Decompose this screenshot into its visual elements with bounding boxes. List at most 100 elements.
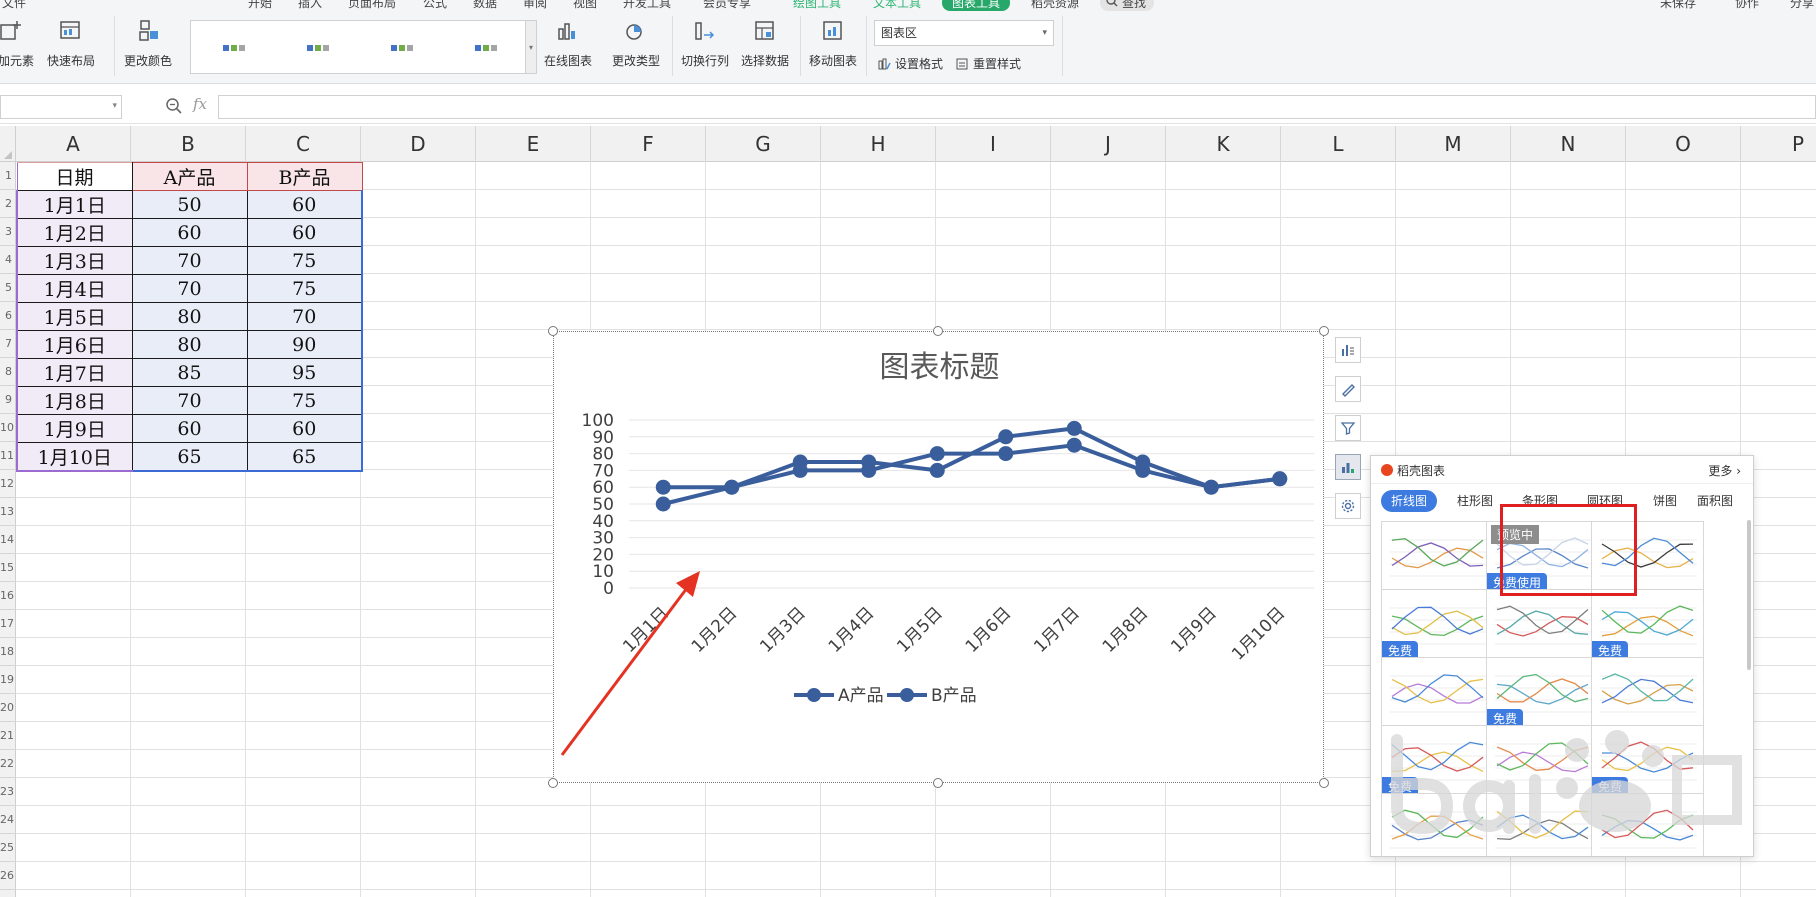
resize-handle-bottom[interactable] bbox=[933, 778, 943, 788]
row-header[interactable]: 15 bbox=[0, 554, 16, 582]
template-thumbnail[interactable] bbox=[1381, 793, 1494, 856]
menu-member[interactable]: 会员专享 bbox=[703, 0, 751, 11]
chart-style-4[interactable] bbox=[475, 45, 497, 51]
table-header-cell[interactable]: A产品 bbox=[131, 162, 248, 191]
template-thumbnail[interactable] bbox=[1381, 657, 1494, 729]
table-cell[interactable]: 1月3日 bbox=[16, 246, 133, 275]
resize-handle-top-left[interactable] bbox=[548, 326, 558, 336]
reset-style-button[interactable]: 重置样式 bbox=[955, 55, 1021, 72]
table-cell[interactable]: 75 bbox=[246, 246, 363, 275]
template-thumbnail[interactable]: 免费 bbox=[1591, 589, 1704, 661]
template-thumbnail[interactable] bbox=[1486, 589, 1599, 661]
tab-area[interactable]: 面积图 bbox=[1697, 490, 1733, 512]
row-header[interactable]: 18 bbox=[0, 638, 16, 666]
resize-handle-top[interactable] bbox=[933, 326, 943, 336]
column-header[interactable]: F bbox=[591, 126, 706, 162]
menu-formulas[interactable]: 公式 bbox=[423, 0, 447, 11]
column-header[interactable]: L bbox=[1281, 126, 1396, 162]
chart-element-select[interactable]: 图表区 ▾ bbox=[874, 20, 1054, 46]
resize-handle-top-right[interactable] bbox=[1319, 326, 1329, 336]
template-thumbnail[interactable]: 免费 bbox=[1381, 725, 1494, 797]
row-header[interactable]: 21 bbox=[0, 722, 16, 750]
table-cell[interactable]: 75 bbox=[246, 274, 363, 303]
column-header[interactable]: K bbox=[1166, 126, 1281, 162]
row-header[interactable]: 13 bbox=[0, 498, 16, 526]
chart-style-2[interactable] bbox=[307, 45, 329, 51]
table-cell[interactable]: 60 bbox=[131, 414, 248, 443]
collab-button[interactable]: 协作 bbox=[1735, 0, 1759, 11]
tab-column[interactable]: 柱形图 bbox=[1457, 490, 1493, 512]
chart-filter-button[interactable] bbox=[1335, 415, 1361, 441]
menu-docer[interactable]: 稻壳资源 bbox=[1031, 0, 1079, 11]
table-cell[interactable]: 1月4日 bbox=[16, 274, 133, 303]
chart-styles-gallery[interactable] bbox=[190, 20, 535, 74]
row-header[interactable]: 16 bbox=[0, 582, 16, 610]
fx-label[interactable]: fx bbox=[193, 95, 207, 113]
column-header[interactable]: C bbox=[246, 126, 361, 162]
table-cell[interactable]: 65 bbox=[246, 442, 363, 472]
chart-settings-button[interactable] bbox=[1335, 493, 1361, 519]
zoom-icon[interactable] bbox=[165, 97, 183, 115]
switch-row-col-button[interactable]: 切换行列 bbox=[681, 18, 729, 69]
table-cell[interactable]: 60 bbox=[131, 218, 248, 247]
resize-handle-bottom-right[interactable] bbox=[1319, 778, 1329, 788]
tab-line[interactable]: 折线图 bbox=[1381, 490, 1438, 512]
table-cell[interactable]: 70 bbox=[131, 246, 248, 275]
column-header[interactable]: H bbox=[821, 126, 936, 162]
template-thumbnail[interactable]: 免费 bbox=[1381, 589, 1494, 661]
chart-style-button[interactable] bbox=[1335, 376, 1361, 402]
table-cell[interactable]: 1月9日 bbox=[16, 414, 133, 443]
column-header[interactable]: B bbox=[131, 126, 246, 162]
chart-style-1[interactable] bbox=[223, 45, 245, 51]
table-cell[interactable]: 90 bbox=[246, 330, 363, 359]
menu-chart-tools[interactable]: 图表工具 bbox=[942, 0, 1011, 11]
table-cell[interactable]: 1月5日 bbox=[16, 302, 133, 331]
table-cell[interactable]: 80 bbox=[131, 330, 248, 359]
menu-developer[interactable]: 开发工具 bbox=[623, 0, 671, 11]
template-thumbnail[interactable] bbox=[1591, 657, 1704, 729]
search-box[interactable]: 查找 bbox=[1100, 0, 1155, 11]
row-header[interactable]: 22 bbox=[0, 750, 16, 778]
table-cell[interactable]: 50 bbox=[131, 190, 248, 219]
template-thumbnail[interactable] bbox=[1591, 793, 1704, 856]
menu-text-tools[interactable]: 文本工具 bbox=[873, 0, 921, 11]
table-cell[interactable]: 80 bbox=[131, 302, 248, 331]
formula-input[interactable] bbox=[218, 95, 1816, 119]
row-header[interactable]: 4 bbox=[0, 246, 16, 274]
row-header[interactable]: 2 bbox=[0, 190, 16, 218]
row-header[interactable]: 12 bbox=[0, 470, 16, 498]
row-header[interactable]: 23 bbox=[0, 778, 16, 806]
tab-pie[interactable]: 饼图 bbox=[1653, 490, 1677, 512]
unsaved-status[interactable]: 未保存 bbox=[1660, 0, 1696, 11]
table-cell[interactable]: 60 bbox=[246, 190, 363, 219]
row-header[interactable]: 19 bbox=[0, 666, 16, 694]
row-header[interactable]: 26 bbox=[0, 862, 16, 890]
table-cell[interactable]: 1月7日 bbox=[16, 358, 133, 387]
row-header[interactable]: 20 bbox=[0, 694, 16, 722]
menu-start[interactable]: 开始 bbox=[248, 0, 272, 11]
column-header[interactable]: I bbox=[936, 126, 1051, 162]
select-all-corner[interactable] bbox=[0, 126, 16, 162]
table-cell[interactable]: 95 bbox=[246, 358, 363, 387]
row-header[interactable]: 10 bbox=[0, 414, 16, 442]
column-header[interactable]: O bbox=[1626, 126, 1741, 162]
column-header[interactable]: D bbox=[361, 126, 476, 162]
menu-insert[interactable]: 插入 bbox=[298, 0, 322, 11]
table-cell[interactable]: 60 bbox=[246, 414, 363, 443]
quick-layout-button[interactable]: 快速布局 bbox=[47, 18, 95, 69]
row-header[interactable]: 9 bbox=[0, 386, 16, 414]
chart-style-3[interactable] bbox=[391, 45, 413, 51]
menu-drawing-tools[interactable]: 绘图工具 bbox=[793, 0, 841, 11]
row-header[interactable]: 24 bbox=[0, 806, 16, 834]
row-header[interactable]: 7 bbox=[0, 330, 16, 358]
template-thumbnail[interactable]: 免费 bbox=[1591, 725, 1704, 797]
share-button[interactable]: 分享 bbox=[1790, 0, 1814, 11]
table-cell[interactable]: 1月1日 bbox=[16, 190, 133, 219]
table-cell[interactable]: 70 bbox=[131, 386, 248, 415]
column-header[interactable]: A bbox=[16, 126, 131, 162]
panel-more-link[interactable]: 更多 › bbox=[1708, 462, 1741, 479]
chart-elements-button[interactable] bbox=[1335, 337, 1361, 363]
row-header[interactable]: 1 bbox=[0, 162, 16, 190]
row-header[interactable]: 6 bbox=[0, 302, 16, 330]
column-header[interactable]: J bbox=[1051, 126, 1166, 162]
